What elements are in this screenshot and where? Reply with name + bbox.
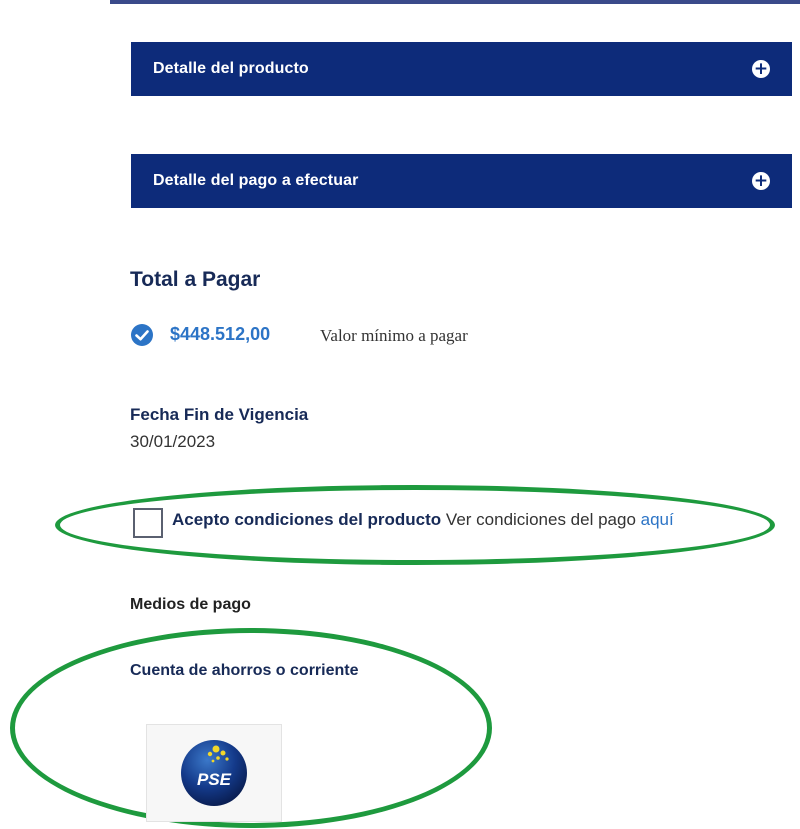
total-amount-description: Valor mínimo a pagar xyxy=(320,326,468,345)
accordion-payment-detail[interactable]: Detalle del pago a efectuar + xyxy=(131,154,792,208)
accordion-product-detail-title: Detalle del producto xyxy=(153,60,309,77)
pse-logo-text: PSE xyxy=(197,770,232,789)
plus-circle-icon[interactable]: + xyxy=(752,172,770,190)
payment-method-label: Cuenta de ahorros o corriente xyxy=(130,662,359,679)
total-amount: $448.512,00 xyxy=(170,324,271,344)
terms-text: Acepto condiciones del producto Ver cond… xyxy=(172,510,674,530)
accordion-payment-detail-title: Detalle del pago a efectuar xyxy=(153,172,359,189)
pse-payment-button[interactable]: PSE xyxy=(146,724,282,822)
pse-logo-icon: PSE xyxy=(181,740,247,806)
accept-terms-checkbox[interactable] xyxy=(133,508,163,538)
top-divider xyxy=(110,0,800,4)
terms-link[interactable]: aquí xyxy=(641,510,674,529)
terms-view-text: Ver condiciones del pago xyxy=(445,510,636,529)
expiry-date-label: Fecha Fin de Vigencia xyxy=(130,405,309,424)
check-circle-icon[interactable] xyxy=(130,323,154,347)
expiry-date-value: 30/01/2023 xyxy=(130,432,216,451)
payment-methods-title: Medios de pago xyxy=(130,596,251,613)
plus-circle-icon[interactable]: + xyxy=(752,60,770,78)
total-title: Total a Pagar xyxy=(130,268,261,291)
accordion-product-detail[interactable]: Detalle del producto + xyxy=(131,42,792,96)
accept-terms-label[interactable]: Acepto condiciones del producto xyxy=(172,510,441,529)
